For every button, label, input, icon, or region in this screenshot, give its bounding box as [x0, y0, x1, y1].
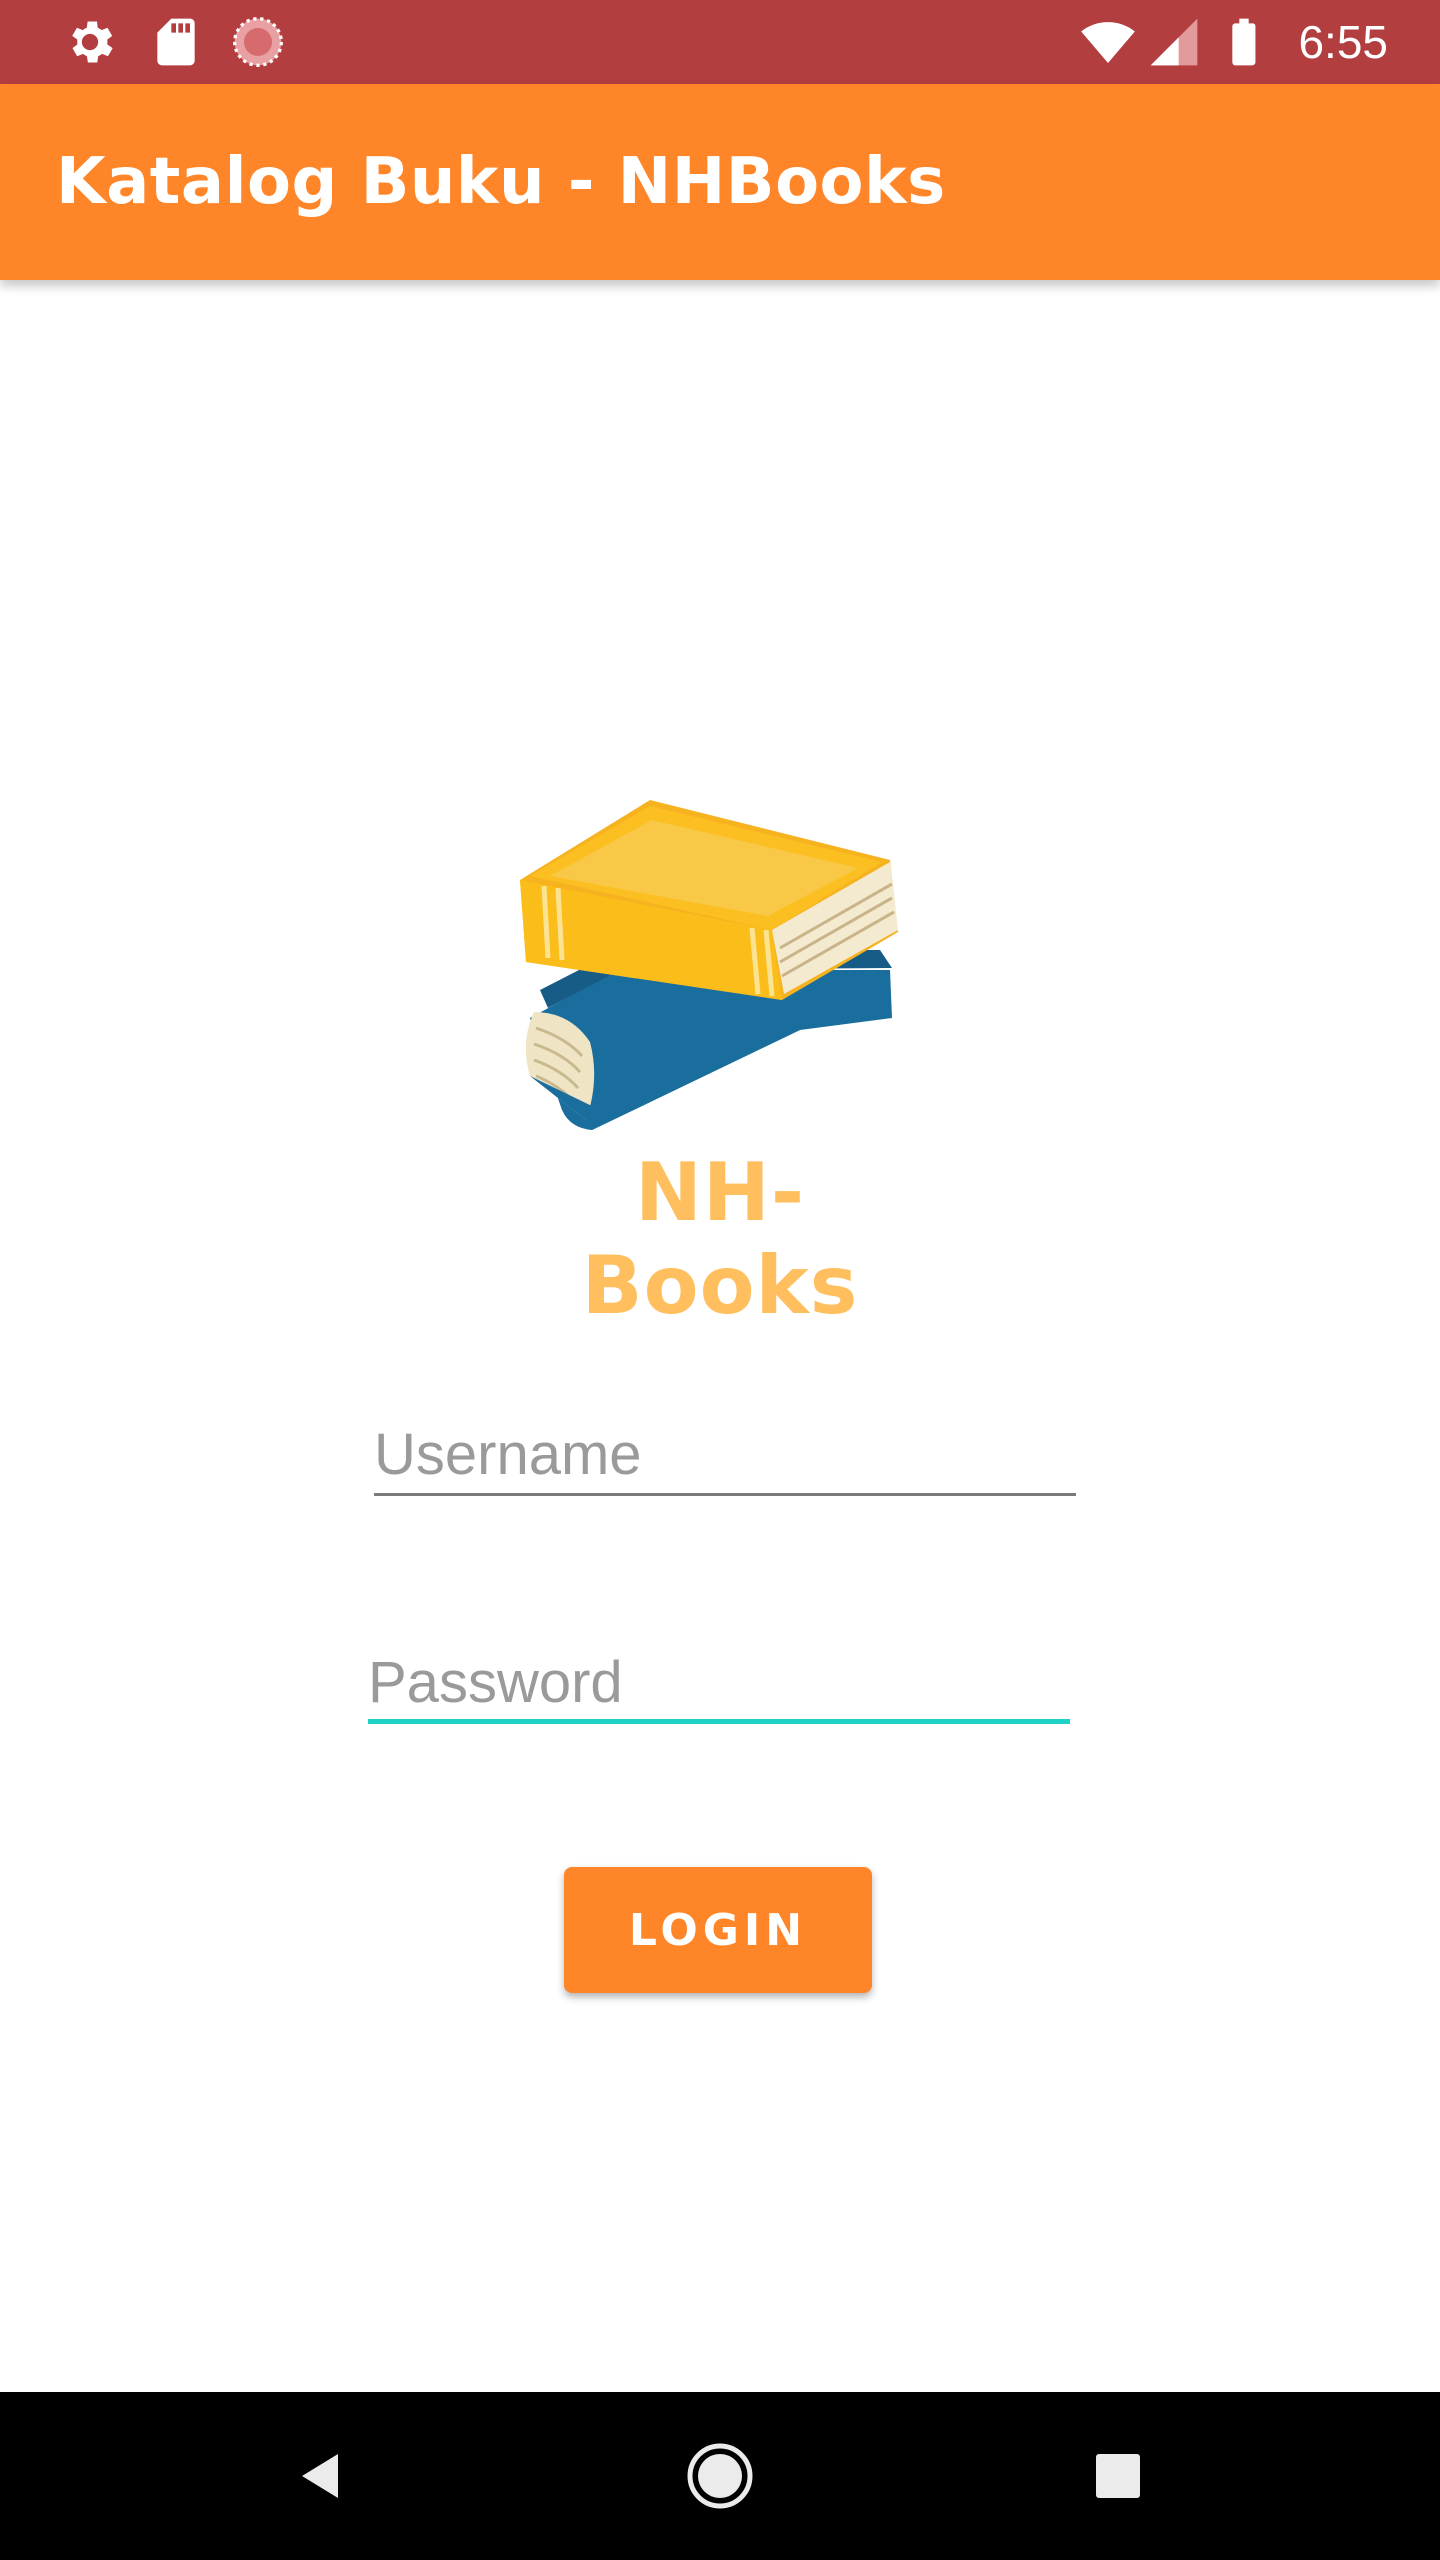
- login-button[interactable]: LOGIN: [564, 1867, 872, 1993]
- username-input[interactable]: [374, 1416, 1076, 1492]
- app-title: Katalog Buku - NHBooks: [56, 145, 946, 219]
- status-bar: 6:55: [0, 0, 1440, 84]
- settings-icon: [62, 14, 118, 70]
- wifi-icon: [1080, 14, 1136, 70]
- home-icon[interactable]: [680, 2436, 760, 2516]
- books-stack-icon: [520, 800, 898, 1130]
- brand-name: NH-Books: [581, 1146, 859, 1332]
- sync-circle-icon: [230, 14, 286, 70]
- sd-card-icon: [148, 14, 204, 70]
- password-input[interactable]: [368, 1644, 1070, 1720]
- password-underline: [368, 1719, 1070, 1724]
- app-bar: Katalog Buku - NHBooks: [0, 84, 1440, 280]
- signal-icon: [1146, 14, 1202, 70]
- recents-icon[interactable]: [1078, 2436, 1158, 2516]
- username-underline: [374, 1493, 1076, 1496]
- app-logo: NH-Books: [500, 780, 940, 1332]
- login-screen: 6:55 Katalog Buku - NHBooks NH-Books Use…: [0, 0, 1440, 2560]
- username-field-container: [374, 1416, 1076, 1496]
- navigation-bar: [0, 2392, 1440, 2560]
- back-icon[interactable]: [282, 2436, 362, 2516]
- password-field-container: [368, 1644, 1070, 1724]
- battery-icon: [1216, 14, 1272, 70]
- status-time: 6:55: [1298, 16, 1388, 68]
